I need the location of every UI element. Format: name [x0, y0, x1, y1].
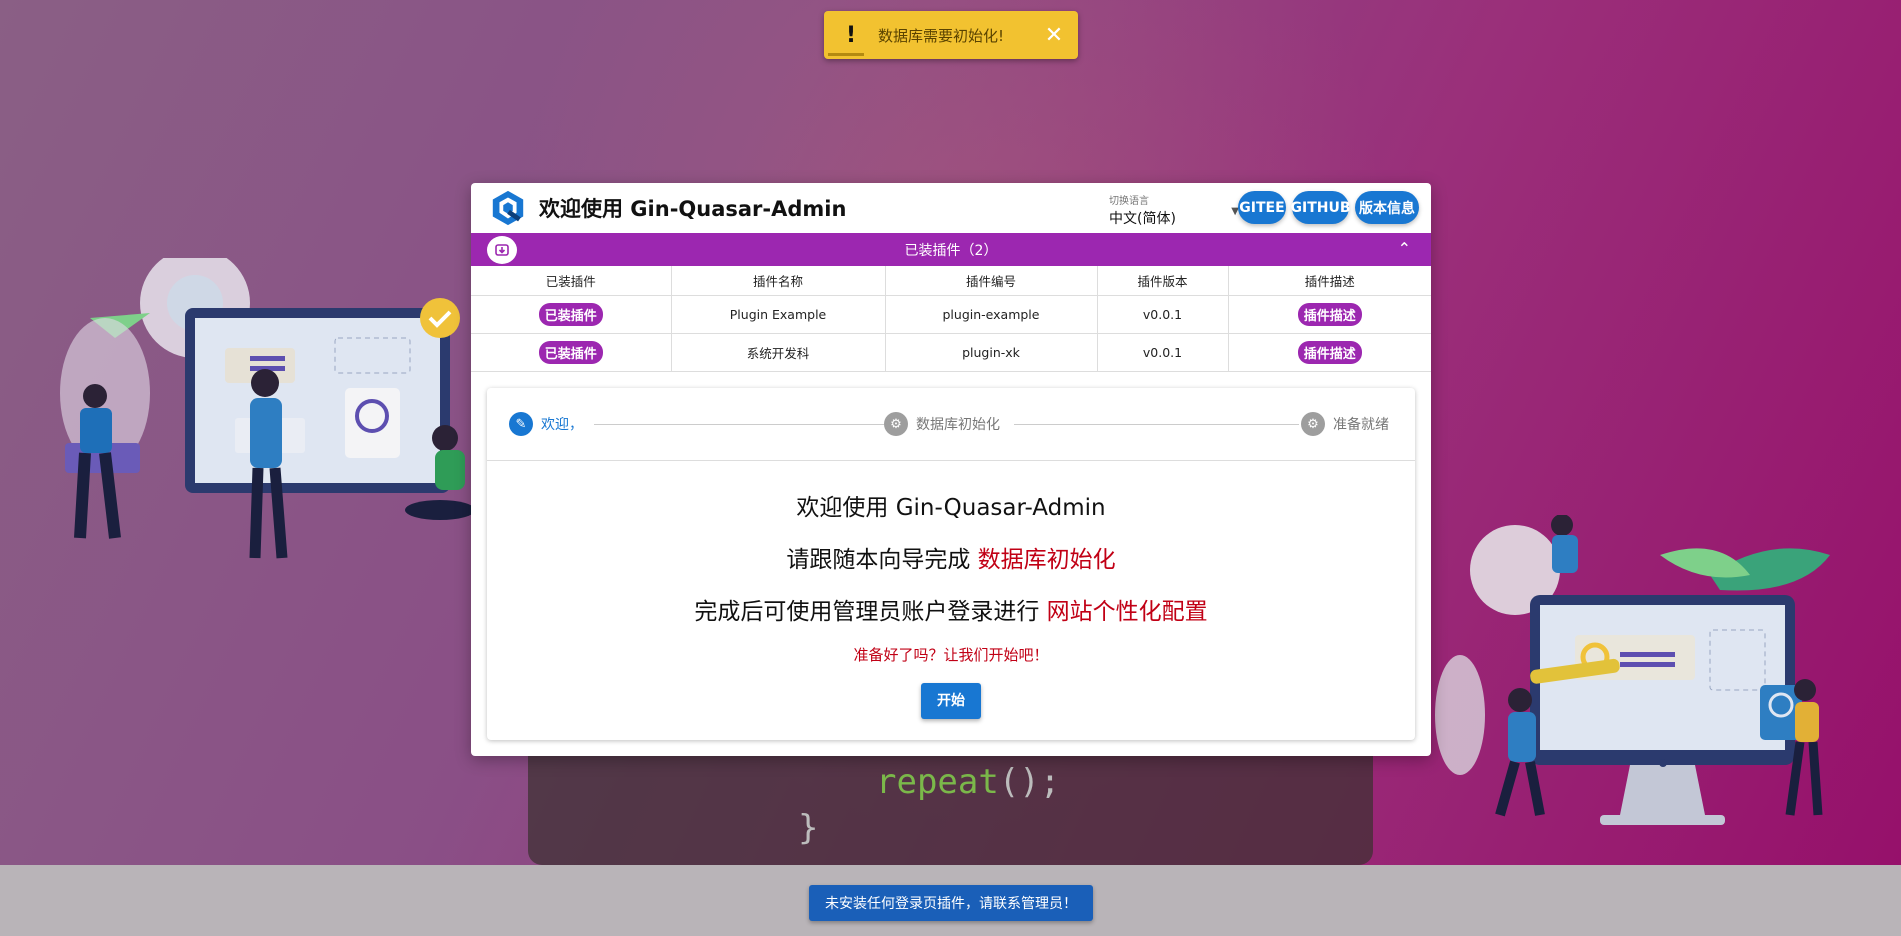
card-header: 欢迎使用 Gin-Quasar-Admin 切换语言 中文(简体) ▼ GITE… [471, 183, 1431, 233]
version-info-button[interactable]: 版本信息 [1355, 191, 1419, 224]
pencil-icon: ✎ [509, 412, 533, 436]
plugin-desc-badge[interactable]: 插件描述 [1297, 302, 1362, 326]
chevron-up-icon: ⌃ [1397, 239, 1411, 258]
step-ready-label: 准备就绪 [1333, 417, 1389, 433]
language-select[interactable]: 切换语言 中文(简体) ▼ [1109, 192, 1239, 228]
plugins-table: 已装插件 插件名称 插件编号 插件版本 插件描述 已装插件 Plugin Exa… [471, 266, 1431, 372]
code-line-brace: } [798, 808, 819, 848]
col-desc: 插件描述 [1228, 266, 1431, 296]
welcome-card: 欢迎使用 Gin-Quasar-Admin 切换语言 中文(简体) ▼ GITE… [471, 183, 1431, 756]
plugin-name: Plugin Example [671, 295, 886, 334]
db-init-toast: ! 数据库需要初始化! ✕ [824, 11, 1078, 59]
table-row: 已装插件 系统开发科 plugin-xk v0.0.1 插件描述 [471, 333, 1431, 372]
toast-progress [828, 53, 864, 56]
plugin-version: v0.0.1 [1097, 295, 1229, 334]
col-code: 插件编号 [885, 266, 1098, 296]
github-button[interactable]: GITHUB [1291, 191, 1351, 224]
page-title: 欢迎使用 Gin-Quasar-Admin [539, 197, 847, 221]
code-line-repeat: repeat(); [876, 762, 1061, 802]
welcome-heading: 欢迎使用 Gin-Quasar-Admin [796, 495, 1106, 521]
admin-instruction: 完成后可使用管理员账户登录进行 网站个性化配置 [694, 599, 1208, 625]
stepper-header: ✎ 欢迎， ⚙ 数据库初始化 ⚙ 准备就绪 [487, 388, 1415, 461]
installed-plugins-toggle[interactable]: 已装插件（2） ⌃ [471, 233, 1431, 266]
language-label: 切换语言 [1109, 196, 1149, 207]
col-name: 插件名称 [671, 266, 886, 296]
close-icon[interactable]: ✕ [1030, 23, 1078, 48]
app-logo-icon [492, 190, 524, 226]
step-ready[interactable]: ⚙ 准备就绪 [1301, 412, 1389, 436]
plugin-desc-badge[interactable]: 插件描述 [1297, 340, 1362, 364]
language-value: 中文(简体) [1109, 211, 1176, 227]
col-version: 插件版本 [1097, 266, 1229, 296]
step-db-init[interactable]: ⚙ 数据库初始化 [884, 412, 1000, 436]
installed-badge: 已装插件 [538, 302, 603, 326]
gitee-button[interactable]: GITEE [1238, 191, 1286, 224]
team-illustration-left [60, 258, 475, 559]
setup-stepper: ✎ 欢迎， ⚙ 数据库初始化 ⚙ 准备就绪 欢迎使用 Gin-Quasar-Ad… [487, 388, 1415, 740]
site-config-highlight: 网站个性化配置 [1046, 599, 1208, 625]
table-row: 已装插件 Plugin Example plugin-example v0.0.… [471, 295, 1431, 334]
wizard-instruction: 请跟随本向导完成 数据库初始化 [786, 547, 1116, 573]
db-init-highlight: 数据库初始化 [977, 547, 1116, 573]
welcome-content: 欢迎使用 Gin-Quasar-Admin 请跟随本向导完成 数据库初始化 完成… [487, 488, 1415, 719]
plugin-code: plugin-xk [885, 333, 1098, 372]
exclamation-icon: ! [845, 22, 857, 48]
installed-badge: 已装插件 [538, 340, 603, 364]
plugin-version: v0.0.1 [1097, 333, 1229, 372]
no-login-plugin-button[interactable]: 未安装任何登录页插件，请联系管理员！ [809, 885, 1093, 921]
step-welcome-label: 欢迎， [541, 417, 583, 433]
col-installed: 已装插件 [471, 266, 672, 296]
plugin-install-icon [487, 236, 517, 264]
step-welcome[interactable]: ✎ 欢迎， [509, 412, 583, 436]
gear-icon: ⚙ [1301, 412, 1325, 436]
step-db-init-label: 数据库初始化 [916, 417, 1000, 433]
ready-prompt: 准备好了吗？让我们开始吧！ [853, 646, 1049, 664]
plugin-code: plugin-example [885, 295, 1098, 334]
start-button[interactable]: 开始 [921, 683, 981, 719]
step-connector [1014, 424, 1299, 425]
installed-plugins-title: 已装插件（2） [904, 242, 998, 259]
plugin-name: 系统开发科 [671, 333, 886, 372]
gear-icon: ⚙ [884, 412, 908, 436]
toast-message: 数据库需要初始化! [878, 26, 1005, 45]
step-connector [594, 424, 884, 425]
code-background-panel: repeat(); } [528, 740, 1373, 865]
team-illustration-right [1435, 515, 1830, 825]
